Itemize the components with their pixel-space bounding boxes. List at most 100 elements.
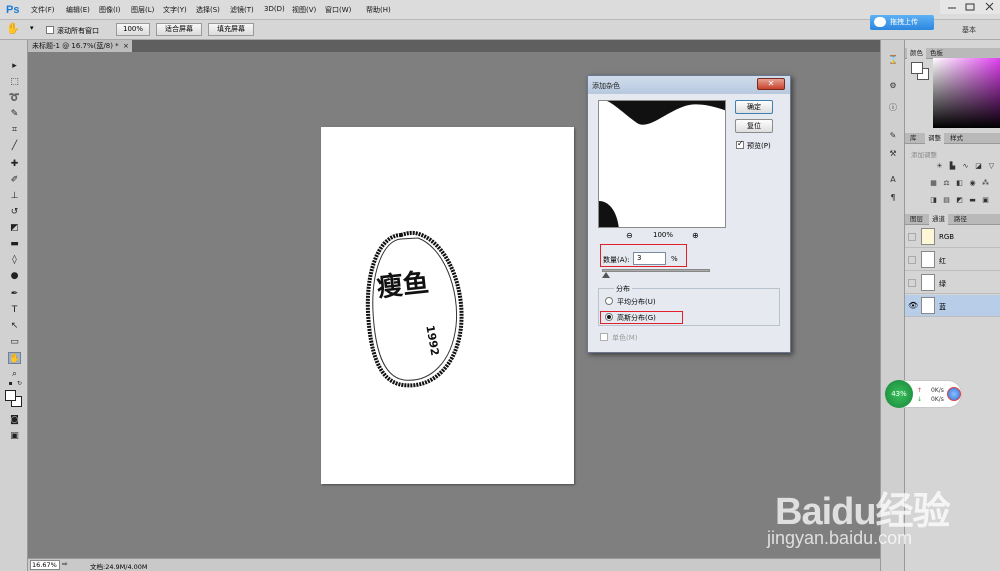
curves-icon[interactable]: ∿ bbox=[961, 162, 970, 171]
scroll-all-windows-checkbox[interactable] bbox=[46, 26, 54, 34]
selective-color-icon[interactable]: ▣ bbox=[981, 196, 990, 205]
character-panel-icon[interactable]: A bbox=[887, 174, 899, 186]
marquee-tool-icon[interactable]: ⬚ bbox=[8, 76, 21, 88]
black-white-icon[interactable]: ◧ bbox=[955, 179, 964, 188]
tool-presets-icon[interactable]: ⚒ bbox=[887, 148, 899, 160]
menu-file[interactable]: 文件(F) bbox=[31, 5, 55, 15]
menu-window[interactable]: 窗口(W) bbox=[325, 5, 351, 15]
brush-tool-icon[interactable]: ✐ bbox=[8, 174, 21, 186]
gradient-tool-icon[interactable]: ▬ bbox=[8, 238, 21, 250]
move-tool-icon[interactable]: ▸ bbox=[8, 60, 21, 72]
monochromatic-checkbox[interactable] bbox=[600, 333, 608, 341]
reset-button[interactable]: 复位 bbox=[735, 119, 773, 133]
paragraph-panel-icon[interactable]: ¶ bbox=[887, 192, 899, 204]
invert-icon[interactable]: ◨ bbox=[929, 196, 938, 205]
tab-libraries[interactable]: 库 bbox=[907, 133, 920, 144]
workspace-label[interactable]: 基本 bbox=[962, 25, 976, 35]
amount-slider[interactable] bbox=[602, 269, 710, 272]
brush-panel-icon[interactable]: ✎ bbox=[887, 130, 899, 142]
exposure-icon[interactable]: ◪ bbox=[974, 162, 983, 171]
tab-color[interactable]: 颜色 bbox=[907, 48, 926, 59]
document-canvas[interactable]: 瘦鱼 1992 bbox=[321, 127, 574, 484]
zoom-100-button[interactable]: 100% bbox=[116, 23, 150, 36]
threshold-icon[interactable]: ◩ bbox=[955, 196, 964, 205]
menu-image[interactable]: 图像(I) bbox=[99, 5, 121, 15]
color-balance-icon[interactable]: ⚖ bbox=[942, 179, 951, 188]
info-panel-icon[interactable]: ⓘ bbox=[887, 102, 899, 114]
upload-button[interactable]: 拖拽上传 bbox=[870, 15, 934, 30]
color-picker-field[interactable] bbox=[933, 58, 1000, 128]
tab-paths[interactable]: 路径 bbox=[951, 214, 970, 225]
foreground-color-swatch[interactable] bbox=[5, 390, 16, 401]
zoom-in-icon[interactable]: ⊕ bbox=[692, 231, 699, 240]
filter-preview[interactable] bbox=[598, 100, 726, 228]
eraser-tool-icon[interactable]: ◩ bbox=[8, 222, 21, 234]
channel-row-green[interactable]: 绿 bbox=[905, 272, 1000, 294]
menu-edit[interactable]: 编辑(E) bbox=[66, 5, 90, 15]
photo-filter-icon[interactable]: ◉ bbox=[968, 179, 977, 188]
amount-input[interactable]: 3 bbox=[633, 252, 666, 265]
crop-tool-icon[interactable]: ⌗ bbox=[8, 124, 21, 136]
history-brush-tool-icon[interactable]: ↺ bbox=[8, 206, 21, 218]
channel-row-rgb[interactable]: RGB bbox=[905, 226, 1000, 248]
status-menu-icon[interactable]: ⇨ bbox=[62, 560, 68, 568]
zoom-field[interactable]: 16.67% bbox=[30, 560, 60, 570]
menu-layer[interactable]: 图层(L) bbox=[131, 5, 154, 15]
menu-filter[interactable]: 滤镜(T) bbox=[230, 5, 254, 15]
dialog-titlebar[interactable]: 添加杂色 ✕ bbox=[588, 76, 790, 94]
quick-mask-icon[interactable]: ◙ bbox=[8, 414, 21, 426]
gradient-map-icon[interactable]: ▬ bbox=[968, 196, 977, 205]
levels-icon[interactable]: ▙ bbox=[948, 162, 957, 171]
amount-slider-thumb[interactable] bbox=[602, 272, 610, 278]
history-panel-icon[interactable]: ⌛ bbox=[887, 54, 899, 66]
lasso-tool-icon[interactable]: ➰ bbox=[8, 92, 21, 104]
quick-select-tool-icon[interactable]: ✎ bbox=[8, 108, 21, 120]
zoom-out-icon[interactable]: ⊖ bbox=[626, 231, 633, 240]
fill-screen-button[interactable]: 填充屏幕 bbox=[208, 23, 254, 36]
menu-3d[interactable]: 3D(D) bbox=[264, 5, 285, 13]
dodge-tool-icon[interactable]: ● bbox=[8, 270, 21, 282]
path-select-tool-icon[interactable]: ↖ bbox=[8, 320, 21, 332]
eyedropper-tool-icon[interactable]: ╱ bbox=[8, 140, 21, 152]
channel-row-red[interactable]: 红 bbox=[905, 249, 1000, 271]
brightness-icon[interactable]: ☀ bbox=[935, 162, 944, 171]
pen-tool-icon[interactable]: ✒ bbox=[8, 288, 21, 300]
accelerator-ball-icon[interactable] bbox=[947, 387, 961, 401]
close-tab-icon[interactable]: × bbox=[123, 40, 129, 52]
visibility-toggle[interactable] bbox=[908, 233, 916, 241]
visibility-toggle[interactable] bbox=[908, 279, 916, 287]
type-tool-icon[interactable]: T bbox=[8, 304, 21, 316]
tab-channels[interactable]: 通道 bbox=[929, 214, 948, 225]
channel-row-blue[interactable]: 👁 蓝 bbox=[905, 295, 1000, 317]
tab-layers[interactable]: 图层 bbox=[907, 214, 926, 225]
document-tab[interactable]: 未标题-1 @ 16.7%(蓝/8) * × bbox=[28, 40, 132, 52]
color-swatches[interactable] bbox=[5, 390, 23, 408]
healing-brush-tool-icon[interactable]: ✚ bbox=[8, 158, 21, 170]
blur-tool-icon[interactable]: ◊ bbox=[8, 254, 21, 266]
menu-select[interactable]: 选择(S) bbox=[196, 5, 220, 15]
visibility-toggle[interactable] bbox=[908, 256, 916, 264]
screen-mode-icon[interactable]: ▣ bbox=[8, 430, 21, 442]
tab-adjustments[interactable]: 调整 bbox=[925, 133, 944, 144]
ok-button[interactable]: 确定 bbox=[735, 100, 773, 114]
hand-tool-icon[interactable]: ✋ bbox=[8, 352, 21, 364]
properties-panel-icon[interactable]: ⚙ bbox=[887, 80, 899, 92]
channel-mixer-icon[interactable]: ⁂ bbox=[981, 179, 990, 188]
posterize-icon[interactable]: ▤ bbox=[942, 196, 951, 205]
gaussian-radio[interactable] bbox=[605, 313, 613, 321]
menu-help[interactable]: 帮助(H) bbox=[366, 5, 391, 15]
eye-icon[interactable]: 👁 bbox=[908, 302, 918, 310]
hue-saturation-icon[interactable]: ▦ bbox=[929, 179, 938, 188]
panel-foreground-swatch[interactable] bbox=[911, 62, 923, 74]
clone-stamp-tool-icon[interactable]: ⊥ bbox=[8, 190, 21, 202]
uniform-radio[interactable] bbox=[605, 297, 613, 305]
tab-styles[interactable]: 样式 bbox=[947, 133, 966, 144]
tool-preset-chevron-icon[interactable]: ▾ bbox=[30, 24, 34, 32]
network-speed-widget[interactable]: 43% ↑ 0K/s ↓ 0K/s bbox=[884, 380, 962, 408]
hand-tool-icon[interactable]: ✋ bbox=[6, 23, 20, 35]
swap-colors-icon[interactable]: ↻ bbox=[13, 378, 26, 390]
preview-checkbox[interactable] bbox=[736, 139, 744, 149]
vibrance-icon[interactable]: ▽ bbox=[987, 162, 996, 171]
menu-view[interactable]: 视图(V) bbox=[292, 5, 316, 15]
menu-type[interactable]: 文字(Y) bbox=[163, 5, 187, 15]
